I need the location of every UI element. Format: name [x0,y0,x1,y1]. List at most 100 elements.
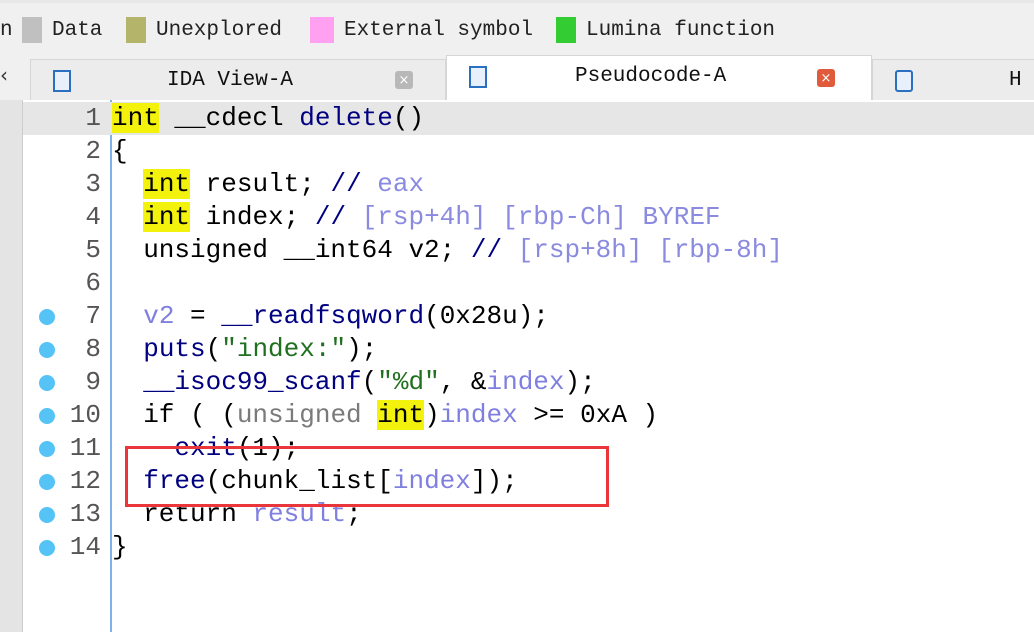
code-token: (0x28u); [424,301,549,331]
code-token: int [143,202,191,232]
tab-label: IDA View-A [167,68,294,92]
code-line[interactable]: 14} [23,531,1034,564]
code-token: [rsp+4h] [rbp-Ch] BYREF [361,202,721,232]
scroll-tabs-left-icon[interactable]: ‹ [0,63,8,87]
code-token: result; [190,169,331,199]
code-token: // [330,169,378,199]
code-token: index [486,367,565,397]
line-number: 11 [69,433,101,463]
code-token: __readfsqword [221,301,425,331]
code-token: // [470,235,518,265]
code-line[interactable]: 7 v2 = __readfsqword(0x28u); [23,300,1034,333]
line-number: 4 [85,202,101,232]
breakpoint-dot-icon[interactable] [39,507,55,523]
line-number: 3 [85,169,101,199]
tab-bar: ‹ IDA View-A × Pseudocode-A × H [0,55,1034,101]
tab-pseudocode-a[interactable]: Pseudocode-A × [446,55,872,101]
line-number: 7 [85,301,101,331]
code-line[interactable]: 6 [23,267,1034,300]
legend-swatch [310,17,334,43]
breakpoint-dot-icon[interactable] [39,540,55,556]
code-token: __cdecl [158,103,300,133]
legend-label: Data [52,18,103,42]
code-token: = [174,301,222,331]
document-icon [53,70,71,92]
side-panel [0,100,23,632]
tab-ida-view-a[interactable]: IDA View-A × [30,59,446,100]
legend-item-lumina-function: Lumina function [556,17,775,43]
tab-label: H [1009,68,1022,92]
legend-label: n [0,18,13,42]
code-token: { [112,136,128,166]
code-text: int result; // eax [112,168,424,201]
code-token: index [439,400,518,430]
code-line[interactable]: 2{ [23,135,1034,168]
code-token: v2 [143,301,175,331]
breakpoint-dot-icon[interactable] [39,474,55,490]
code-token: } [112,532,128,562]
close-icon[interactable]: × [395,71,413,89]
code-line[interactable]: 3 int result; // eax [23,168,1034,201]
breakpoint-dot-icon[interactable] [39,441,55,457]
breakpoint-dot-icon[interactable] [39,408,55,424]
legend-item-data: Data [22,17,102,43]
code-line[interactable]: 5 unsigned __int64 v2; // [rsp+8h] [rbp-… [23,234,1034,267]
line-number: 10 [69,400,101,430]
code-line[interactable]: 10 if ( (unsigned int)index >= 0xA ) [23,399,1034,432]
code-token: >= 0xA ) [517,400,659,430]
line-number: 8 [85,334,101,364]
code-token: __isoc99_scanf [143,367,362,397]
legend-bar: n Data Unexplored External symbol Lumina… [0,0,1034,58]
code-token: int [112,103,159,133]
code-line[interactable]: 9 __isoc99_scanf("%d", &index); [23,366,1034,399]
legend-item-external-symbol: External symbol [310,17,533,43]
code-token: , & [439,367,487,397]
legend-swatch [556,17,576,43]
code-token: // [314,202,362,232]
legend-label: External symbol [344,18,534,42]
hex-view-icon [895,70,913,92]
code-line[interactable]: 1 int __cdecl delete() [23,102,1034,135]
code-token: [rsp+8h] [rbp-8h] [517,235,783,265]
code-text: int __cdecl delete() [112,102,424,135]
code-token: ( [205,334,222,364]
code-token: if ( ( [112,400,237,430]
line-number: 5 [85,235,101,265]
highlight-box [125,446,609,507]
code-text: } [112,531,128,564]
breakpoint-dot-icon[interactable] [39,375,55,391]
legend-label: Lumina function [586,18,776,42]
code-text: if ( (unsigned int)index >= 0xA ) [112,399,658,432]
code-token: () [392,103,425,133]
breakpoint-dot-icon[interactable] [39,342,55,358]
code-text: { [112,135,128,168]
close-icon[interactable]: × [817,69,835,87]
line-number: 12 [69,466,101,496]
line-number: 1 [85,103,101,133]
legend-label: Unexplored [156,18,283,42]
breakpoint-dot-icon[interactable] [39,309,55,325]
line-number: 14 [69,532,101,562]
code-text: __isoc99_scanf("%d", &index); [112,366,596,399]
pseudocode-editor[interactable]: 1 int __cdecl delete() 2{3 int result; // … [23,100,1034,632]
code-text: puts("index:"); [112,333,377,366]
tab-label: Pseudocode-A [575,65,727,88]
document-icon [469,66,487,88]
code-token: unsigned [236,400,378,430]
code-token: index; [190,202,315,232]
code-line[interactable]: 8 puts("index:"); [23,333,1034,366]
code-text: unsigned __int64 v2; // [rsp+8h] [rbp-8h… [112,234,783,267]
code-token: puts [143,334,206,364]
tab-hex-view[interactable]: H [872,59,1034,100]
line-number: 2 [85,136,101,166]
code-line[interactable]: 4 int index; // [rsp+4h] [rbp-Ch] BYREF [23,201,1034,234]
code-token: ) [424,400,440,430]
legend-swatch [126,17,146,43]
code-token: int [377,400,425,430]
line-number: 6 [85,268,101,298]
line-number: 9 [85,367,101,397]
code-token: "index:" [221,334,347,364]
